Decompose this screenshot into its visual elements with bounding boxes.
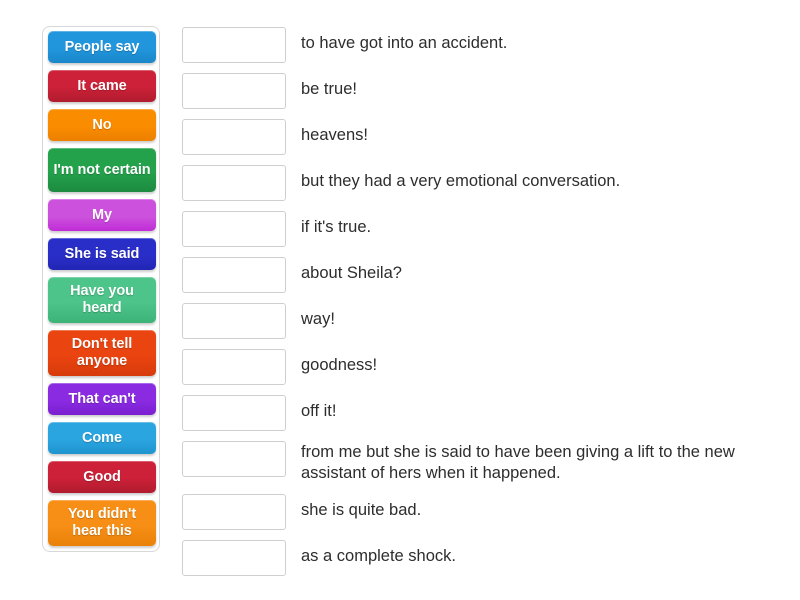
draggable-tile[interactable]: It came	[48, 70, 156, 102]
answer-row: but they had a very emotional conversati…	[182, 164, 782, 201]
answer-row: be true!	[182, 72, 782, 109]
answer-text: about Sheila?	[301, 264, 402, 282]
draggable-tile[interactable]: Come	[48, 422, 156, 454]
answer-text: she is quite bad.	[301, 501, 422, 519]
answer-row: to have got into an accident.	[182, 26, 782, 63]
answer-row: heavens!	[182, 118, 782, 155]
answer-rows-list: to have got into an accident. be true! hea…	[182, 26, 782, 585]
draggable-tile[interactable]: Good	[48, 461, 156, 493]
match-up-activity: People say It came No I'm not certain My She …	[0, 0, 800, 600]
drop-zone[interactable]	[182, 27, 286, 63]
drop-zone[interactable]	[182, 540, 286, 576]
drop-zone[interactable]	[182, 257, 286, 293]
answer-row: goodness!	[182, 348, 782, 385]
answer-row: she is quite bad.	[182, 493, 782, 530]
draggable-tile[interactable]: No	[48, 109, 156, 141]
answer-text: heavens!	[301, 126, 368, 144]
drop-zone[interactable]	[182, 303, 286, 339]
drop-zone[interactable]	[182, 165, 286, 201]
answer-text: to have got into an accident.	[301, 34, 508, 52]
drop-zone[interactable]	[182, 349, 286, 385]
draggable-tile[interactable]: My	[48, 199, 156, 231]
answer-text: way!	[301, 310, 335, 328]
answer-text: off it!	[301, 402, 337, 420]
answer-text: from me but she is said to have been giv…	[301, 443, 735, 482]
answer-row: if it's true.	[182, 210, 782, 247]
drop-zone[interactable]	[182, 119, 286, 155]
draggable-tile[interactable]: People say	[48, 31, 156, 63]
drop-zone[interactable]	[182, 441, 286, 477]
answer-row: as a complete shock.	[182, 539, 782, 576]
draggable-tiles-panel: People say It came No I'm not certain My She …	[42, 26, 160, 552]
answer-text: as a complete shock.	[301, 547, 456, 565]
draggable-tile[interactable]: I'm not certain	[48, 148, 156, 192]
draggable-tile[interactable]: She is said	[48, 238, 156, 270]
draggable-tile[interactable]: That can't	[48, 383, 156, 415]
drop-zone[interactable]	[182, 211, 286, 247]
answer-text: but they had a very emotional conversati…	[301, 172, 621, 190]
drop-zone[interactable]	[182, 73, 286, 109]
drop-zone[interactable]	[182, 395, 286, 431]
answer-row: way!	[182, 302, 782, 339]
answer-row: about Sheila?	[182, 256, 782, 293]
answer-text: goodness!	[301, 356, 378, 374]
drop-zone[interactable]	[182, 494, 286, 530]
answer-text: if it's true.	[301, 218, 372, 236]
answer-row: off it!	[182, 394, 782, 431]
draggable-tile[interactable]: Don't tell anyone	[48, 330, 156, 376]
answer-text: be true!	[301, 80, 357, 98]
answer-row: from me but she is said to have been giv…	[182, 440, 782, 484]
draggable-tile[interactable]: Have you heard	[48, 277, 156, 323]
draggable-tile[interactable]: You didn't hear this	[48, 500, 156, 546]
